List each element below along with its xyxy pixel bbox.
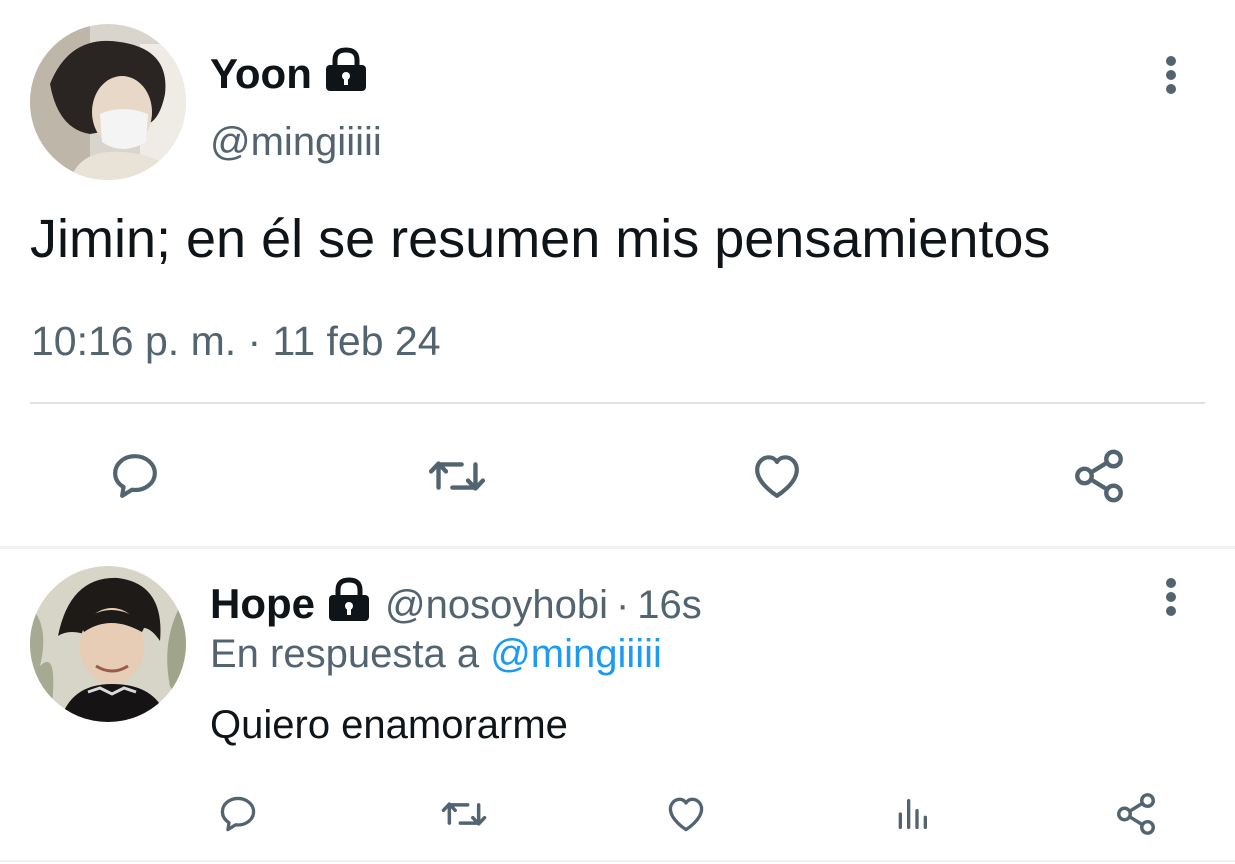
more-options-icon[interactable]: [1151, 50, 1191, 100]
reply-username[interactable]: @nosoyhobi: [385, 583, 608, 628]
lock-icon: [327, 576, 371, 632]
like-icon: [755, 455, 799, 498]
reply-button[interactable]: [100, 444, 170, 508]
reply-share-button[interactable]: [1108, 790, 1164, 838]
replying-to: En respuesta a @mingiiiii: [210, 632, 662, 677]
reply-more-options-icon[interactable]: [1151, 572, 1191, 622]
like-button[interactable]: [742, 444, 812, 508]
reply-reply-button[interactable]: [210, 790, 266, 838]
tweet-text: Jimin; en él se resumen mis pensamientos: [30, 209, 1051, 269]
bottom-divider: [0, 860, 1235, 862]
display-name-text: Yoon: [210, 50, 312, 97]
reply-like-button[interactable]: [658, 790, 714, 838]
replying-to-label: En respuesta a: [210, 632, 480, 676]
reply-display-name[interactable]: Hope: [210, 576, 371, 632]
divider: [30, 402, 1205, 404]
retweet-icon: [441, 802, 487, 826]
timestamp[interactable]: 10:16 p. m. · 11 feb 24: [31, 318, 441, 365]
reply-text: Quiero enamorarme: [210, 703, 568, 747]
reply-retweet-button[interactable]: [436, 790, 492, 838]
reply-display-name-text: Hope: [210, 580, 315, 627]
retweet-button[interactable]: [422, 444, 492, 508]
retweet-icon: [428, 461, 486, 491]
display-name[interactable]: Yoon: [210, 46, 368, 102]
share-button[interactable]: [1064, 444, 1134, 508]
reply-icon: [113, 454, 157, 498]
share-icon: [1117, 793, 1155, 835]
avatar[interactable]: [30, 24, 186, 180]
like-icon: [668, 797, 704, 832]
analytics-icon: [898, 799, 927, 829]
share-icon: [1075, 449, 1123, 503]
section-divider: [0, 546, 1235, 549]
mention-link[interactable]: @mingiiiii: [490, 632, 662, 676]
meta-separator: ·: [615, 583, 630, 627]
username[interactable]: @mingiiiii: [210, 120, 382, 165]
reply-meta: Hope @nosoyhobi · 16s: [210, 576, 702, 632]
reply-time[interactable]: 16s: [637, 583, 702, 628]
reply-analytics-button[interactable]: [884, 790, 940, 838]
reply-avatar[interactable]: [30, 566, 186, 722]
reply-icon: [220, 796, 256, 832]
lock-icon: [324, 46, 368, 102]
